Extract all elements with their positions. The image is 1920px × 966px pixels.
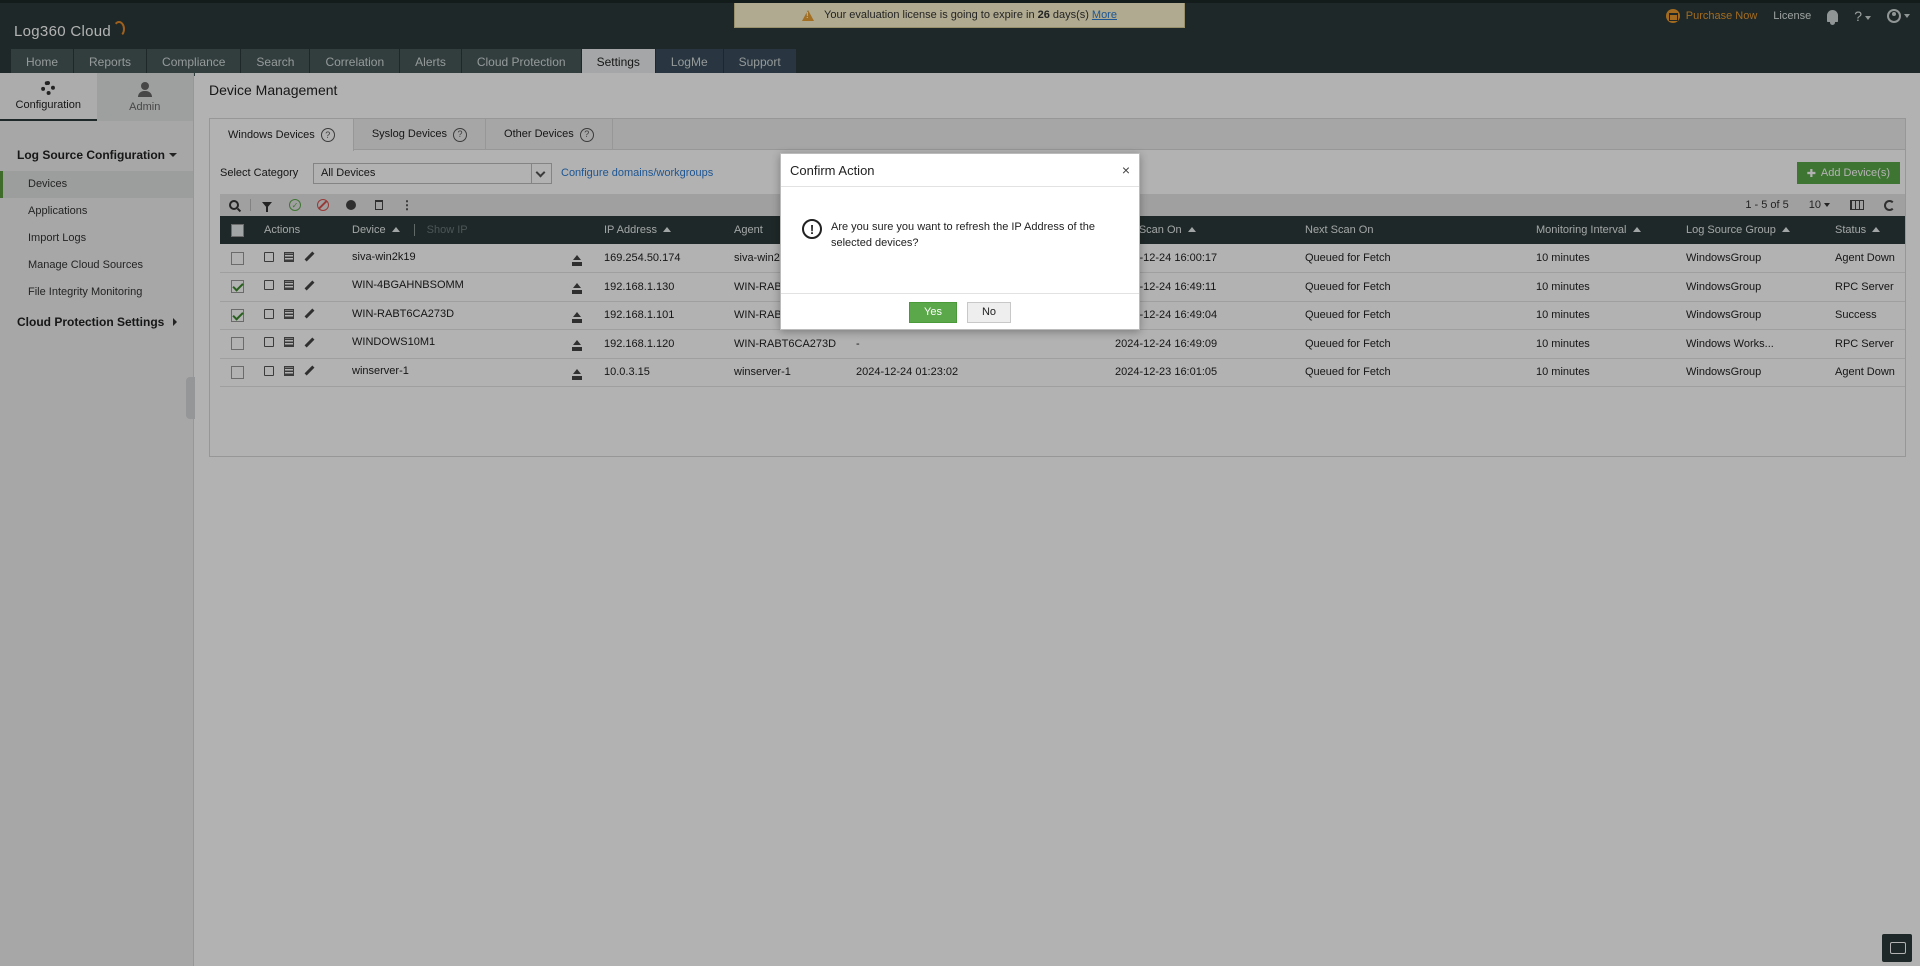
exclamation-icon: ! [802, 219, 822, 239]
modal-overlay [0, 0, 1920, 966]
close-icon[interactable]: × [1122, 163, 1130, 177]
dialog-message: Are you sure you want to refresh the IP … [831, 221, 1095, 249]
dialog-header: Confirm Action × [781, 154, 1139, 187]
dialog-title: Confirm Action [790, 162, 875, 178]
no-button[interactable]: No [967, 301, 1011, 323]
dialog-body: ! Are you sure you want to refresh the I… [781, 187, 1139, 294]
confirm-dialog: Confirm Action × ! Are you sure you want… [780, 153, 1140, 330]
dialog-footer: Yes No [781, 294, 1139, 330]
yes-button[interactable]: Yes [909, 301, 957, 323]
